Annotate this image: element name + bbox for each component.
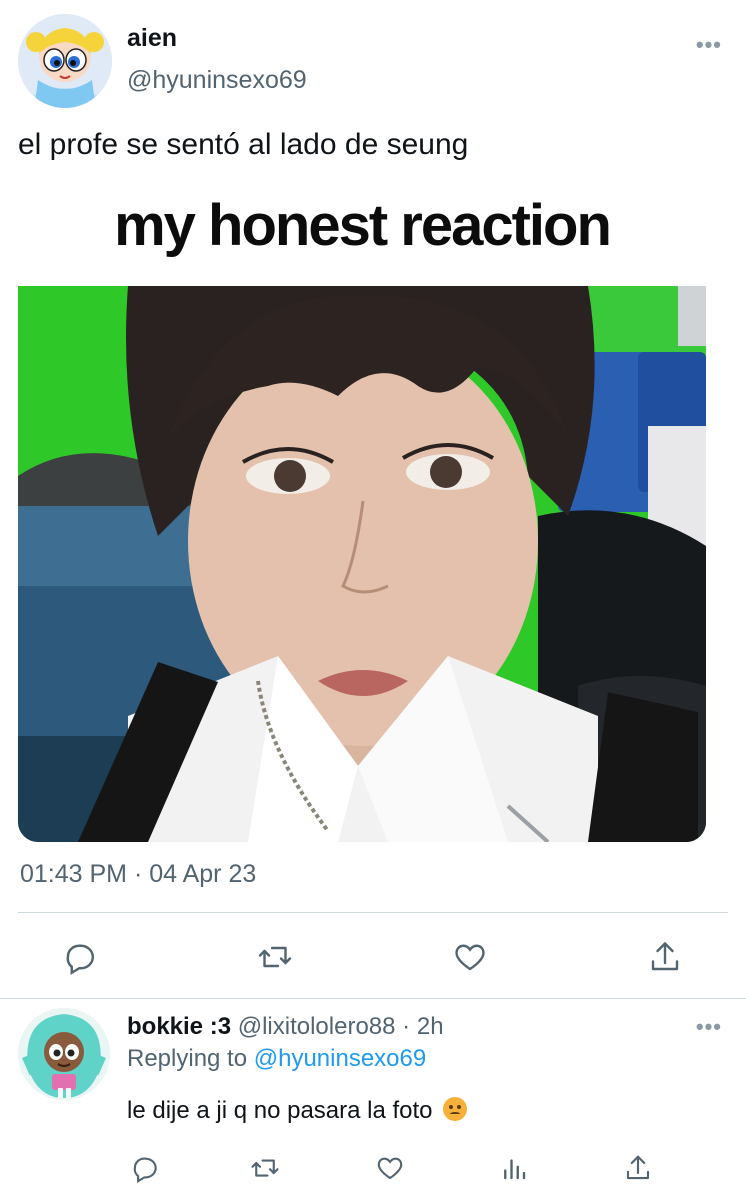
divider xyxy=(18,912,728,913)
share-icon[interactable] xyxy=(618,1148,658,1188)
tweet-timestamp[interactable]: 01:43 PM · 04 Apr 23 xyxy=(20,860,256,889)
like-icon[interactable] xyxy=(370,1148,410,1188)
reply-text-content: le dije a ji q no pasara la foto xyxy=(127,1097,433,1124)
reply-icon[interactable] xyxy=(125,1148,165,1188)
reply-author-handle[interactable]: @lixitololero88 xyxy=(238,1013,396,1040)
tweet-text: el profe se sentó al lado de seung xyxy=(18,128,469,161)
reply-text: le dije a ji q no pasara la foto xyxy=(127,1097,468,1125)
analytics-icon[interactable] xyxy=(494,1148,534,1188)
retweet-icon[interactable] xyxy=(255,937,295,977)
replying-to-label: Replying to xyxy=(127,1045,248,1072)
meme-caption: my honest reaction xyxy=(114,193,612,258)
retweet-icon[interactable] xyxy=(245,1148,285,1188)
portrait-photo-image xyxy=(18,286,706,842)
photo xyxy=(18,286,706,842)
reply-icon[interactable] xyxy=(60,937,100,977)
divider xyxy=(0,998,746,999)
author-avatar[interactable] xyxy=(18,14,112,108)
replying-to-handle[interactable]: @hyuninsexo69 xyxy=(254,1045,426,1072)
tweet-media[interactable]: my honest reaction xyxy=(18,178,706,842)
reply-separator: · xyxy=(402,1013,417,1040)
reply-author-name[interactable]: bokkie :3 xyxy=(127,1013,231,1040)
cartoon-avatar-icon xyxy=(18,1008,110,1100)
reply-author-avatar[interactable] xyxy=(18,1008,110,1100)
replying-to: Replying to @hyuninsexo69 xyxy=(127,1045,426,1073)
share-icon[interactable] xyxy=(645,937,685,977)
reply-tweet[interactable]: bokkie :3 @lixitololero88 · 2h ••• Reply… xyxy=(0,1000,746,1200)
reply-actions xyxy=(0,1148,746,1188)
cartoon-avatar-icon xyxy=(18,14,112,108)
like-icon[interactable] xyxy=(450,937,490,977)
reply-more-options-icon[interactable]: ••• xyxy=(696,1014,722,1040)
angry-face-emoji-icon xyxy=(443,1097,468,1121)
more-options-icon[interactable]: ••• xyxy=(696,32,722,58)
reply-time[interactable]: 2h xyxy=(417,1013,444,1040)
reply-header: bokkie :3 @lixitololero88 · 2h xyxy=(127,1013,444,1041)
author-handle[interactable]: @hyuninsexo69 xyxy=(127,66,307,95)
tweet-actions xyxy=(0,932,746,982)
author-name[interactable]: aien xyxy=(127,24,177,53)
